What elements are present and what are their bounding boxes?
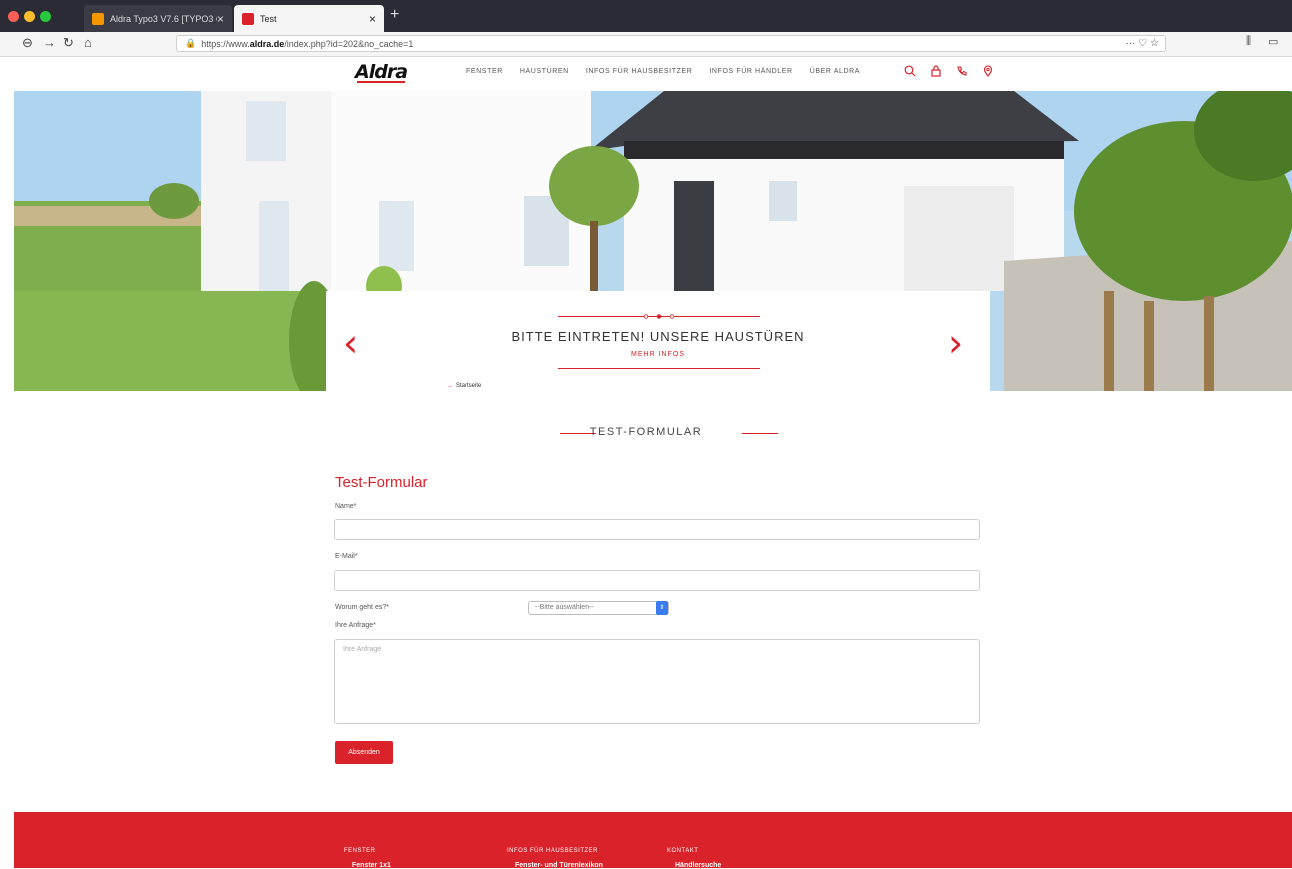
nav-item-ueber-aldra[interactable]: ÜBER ALDRA [810,68,860,75]
url-host: aldra.de [249,38,285,49]
name-label: Name* [335,503,357,510]
aldra-favicon-icon [242,12,254,25]
email-label: E-Mail* [335,553,358,560]
slider-prev-icon[interactable]: ‹ [343,324,358,362]
footer-column-infos: INFOS FÜR HAUSBESITZER Fenster- und Türe… [507,848,603,869]
browser-toolbar: ⊖ → ↻ ⌂ 🔒 https://www. aldra.de/index.php… [0,32,1292,57]
footer-heading: FENSTER [344,848,376,854]
submit-button[interactable]: Absenden [335,741,393,764]
nav-item-haustueren[interactable]: HAUSTÜREN [520,68,569,75]
nav-item-fenster[interactable]: FENSTER [466,68,503,75]
forward-icon[interactable]: → [43,35,56,50]
address-bar[interactable]: 🔒 https://www. aldra.de/index.php?id=202&… [176,35,1166,52]
site-footer: FENSTER Fenster 1x1 INFOS FÜR HAUSBESITZ… [14,812,1292,869]
phone-icon[interactable] [956,65,968,77]
nav-item-infos-hausbesitzer[interactable]: INFOS FÜR HAUSBESITZER [586,68,693,75]
main-nav: FENSTER HAUSTÜREN INFOS FÜR HAUSBESITZER… [466,68,860,75]
breadcrumb-arrow-icon: → [447,383,453,389]
reason-select[interactable]: --Bitte auswählen-- ⇕ [528,601,669,615]
search-icon[interactable] [904,65,916,77]
slider-next-icon[interactable]: › [948,324,963,362]
footer-heading: KONTAKT [667,848,699,854]
breadcrumb-item-startseite[interactable]: Startseite [456,383,481,389]
padlock-icon: 🔒 [185,38,197,48]
request-textarea[interactable]: Ihre Anfrage [334,639,980,724]
reload-icon[interactable]: ↻ [63,35,74,51]
reason-label: Worum geht es?* [335,604,389,611]
new-tab-icon[interactable]: + [390,6,399,24]
hero-more-link[interactable]: MEHR INFOS [326,351,990,358]
aldra-logo[interactable]: Aldra [355,61,408,83]
tab-label: Aldra Typo3 V7.6 [TYPO3 CM [110,13,217,24]
url-prefix: https://www. [201,38,250,49]
browser-tab-typo3[interactable]: Aldra Typo3 V7.6 [TYPO3 CM × [84,5,232,32]
footer-heading: INFOS FÜR HAUSBESITZER [507,848,599,854]
location-pin-icon[interactable] [982,65,994,77]
sidebar-icon[interactable]: ▭ [1268,35,1278,48]
teaser-bottom-line [558,368,760,369]
select-arrows-icon: ⇕ [656,601,668,615]
section-title: TEST-FORMULAR [589,426,703,438]
home-icon[interactable]: ⌂ [84,35,92,50]
window-close-button[interactable] [8,11,19,22]
teaser-dots-ornament [643,314,675,319]
breadcrumb: → Startseite [447,383,481,389]
typo3-favicon-icon [92,12,104,25]
header-icons [904,65,994,77]
logo-underline [357,81,405,83]
back-icon[interactable]: ⊖ [22,35,33,51]
page-actions[interactable]: ··· ♡ ☆ [1126,38,1159,49]
section-title-line-right [742,433,778,434]
browser-tab-bar: Aldra Typo3 V7.6 [TYPO3 CM × Test × + [0,0,1292,32]
url-path: /index.php?id=202&no_cache=1 [284,38,414,49]
footer-column-kontakt: KONTAKT Händlersuche [667,848,721,869]
name-field[interactable] [334,519,980,540]
tab-close-icon[interactable]: × [369,12,376,26]
browser-tab-test[interactable]: Test × [234,5,384,32]
email-field[interactable] [334,570,980,591]
library-icon[interactable]: ⫼ [1246,35,1251,48]
hero-teaser-box: BITTE EINTRETEN! UNSERE HAUSTÜREN MEHR I… [326,291,990,391]
site-header: Aldra FENSTER HAUSTÜREN INFOS FÜR HAUSBE… [14,57,1292,91]
tab-label: Test [260,13,277,24]
reason-select-value: --Bitte auswählen-- [535,604,594,611]
lock-icon[interactable] [930,65,942,77]
footer-column-fenster: FENSTER Fenster 1x1 [344,848,391,869]
request-label: Ihre Anfrage* [335,622,376,629]
hero-title: BITTE EINTRETEN! UNSERE HAUSTÜREN [511,329,805,344]
tab-close-icon[interactable]: × [217,12,224,26]
window-zoom-button[interactable] [40,11,51,22]
request-placeholder: Ihre Anfrage [343,646,382,653]
form-title: Test-Formular [335,474,428,491]
window-minimize-button[interactable] [24,11,35,22]
nav-item-infos-haendler[interactable]: INFOS FÜR HÄNDLER [709,68,792,75]
